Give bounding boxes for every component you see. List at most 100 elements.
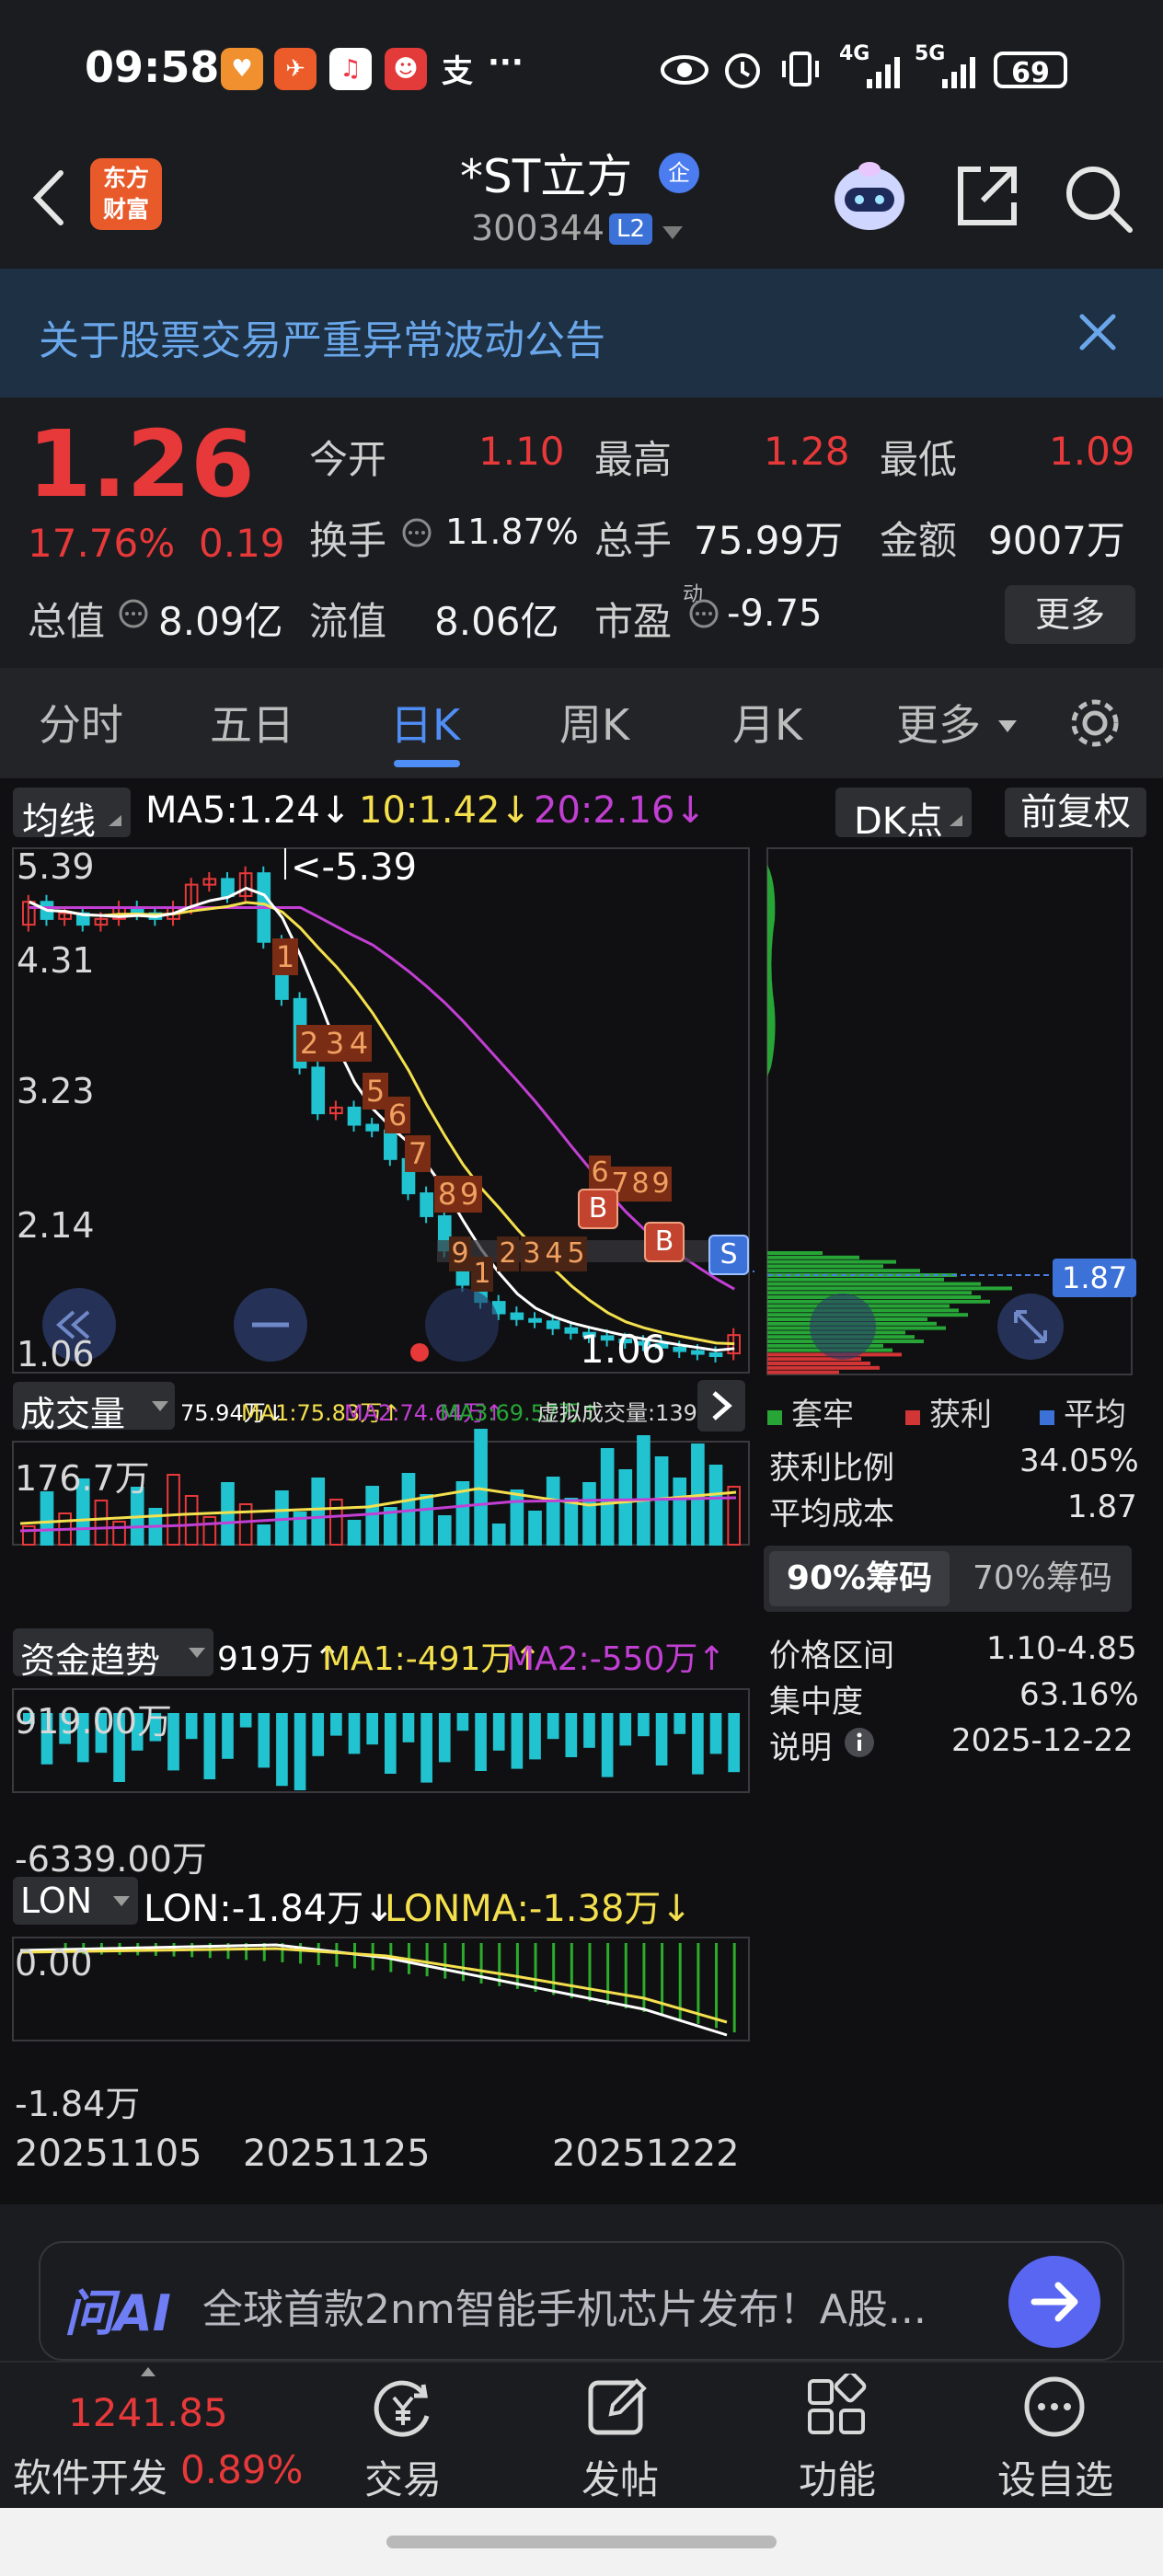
price-label-bottom: 1.06 — [17, 1334, 95, 1374]
announcement-text[interactable]: 关于股票交易严重异常波动公告 — [39, 307, 605, 366]
more-button[interactable]: 更多 — [1005, 585, 1135, 644]
lon-selector[interactable]: LON — [13, 1877, 138, 1925]
sector-index-value[interactable]: 1241.85 — [68, 2390, 228, 2435]
home-indicator-bar[interactable] — [386, 2536, 777, 2548]
sell-marker[interactable]: S — [708, 1235, 749, 1275]
fund-bar — [258, 1713, 271, 1768]
fund-bar — [203, 1713, 216, 1779]
ma10-value: 10:1.42↓ — [359, 789, 531, 832]
info-dots-icon[interactable] — [688, 598, 720, 629]
countdown-marker: 5 — [565, 1236, 587, 1271]
volume-bar — [329, 1499, 343, 1546]
countdown-markers: 1234567896789912345 — [0, 843, 754, 1376]
avg-cost-tag: 1.87 — [1053, 1259, 1137, 1297]
expand-panel-button[interactable] — [697, 1380, 745, 1432]
fund-bar — [456, 1713, 469, 1731]
low-value: 1.09 — [1049, 429, 1135, 474]
fund-bar — [385, 1713, 397, 1774]
more-circle-icon[interactable] — [1021, 2374, 1088, 2440]
functions-grid-icon[interactable] — [804, 2374, 870, 2440]
volume-selector[interactable]: 成交量 — [13, 1382, 175, 1434]
nav-post[interactable]: 发帖 — [582, 2449, 659, 2505]
gear-icon[interactable] — [1065, 694, 1124, 753]
tab-more[interactable]: 更多 — [896, 692, 981, 753]
share-icon[interactable] — [953, 162, 1021, 230]
countdown-marker: 4 — [543, 1236, 565, 1271]
post-edit-icon[interactable] — [585, 2374, 651, 2440]
chevron-down-icon[interactable] — [661, 224, 685, 241]
adjust-selector[interactable]: 前复权 — [1005, 788, 1146, 837]
dk-point-selector[interactable]: DK点 — [835, 788, 972, 843]
volume-bar — [654, 1456, 669, 1546]
volume-bar — [600, 1448, 615, 1546]
info-dots-icon[interactable] — [118, 598, 149, 629]
ma-selector[interactable]: 均线 — [13, 788, 131, 843]
eastmoney-logo[interactable]: 东方 财富 — [90, 158, 162, 230]
countdown-marker: 8 — [629, 1167, 651, 1202]
legend-trapped-label: 套牢 — [791, 1397, 854, 1433]
buy-marker-1[interactable]: B — [578, 1189, 618, 1229]
ai-headline[interactable]: 全球首款2nm智能手机芯片发布！A股... — [202, 2276, 927, 2335]
countdown-marker: 9 — [650, 1167, 672, 1202]
ai-go-button[interactable] — [1008, 2256, 1100, 2348]
tab-five-day[interactable]: 五日 — [210, 692, 294, 753]
open-value: 1.10 — [478, 429, 565, 474]
trade-yen-icon[interactable] — [368, 2375, 438, 2442]
stock-code[interactable]: 300344 — [471, 208, 605, 248]
concentration-value: 63.16% — [1019, 1676, 1139, 1713]
tab-monthly-k[interactable]: 月K — [732, 692, 802, 753]
countdown-marker: 7 — [405, 1135, 431, 1172]
tab-intraday[interactable]: 分时 — [39, 692, 123, 753]
price-range-label: 价格区间 — [769, 1638, 894, 1674]
fund-trend-selector[interactable]: 资金趋势 — [13, 1628, 213, 1681]
fund-bar — [276, 1713, 288, 1787]
tab-70-chips[interactable]: 70%筹码 — [957, 1551, 1128, 1606]
volume-bar — [582, 1482, 596, 1546]
logo-line1: 东方 — [102, 165, 149, 191]
level2-badge[interactable]: L2 — [609, 213, 653, 245]
volume-bar — [618, 1469, 633, 1546]
countdown-marker: 2 — [296, 1025, 322, 1062]
tab-weekly-k[interactable]: 周K — [559, 692, 629, 753]
max-price-marker: <-5.39 — [291, 846, 418, 889]
eye-icon — [661, 55, 708, 85]
pe-value: -9.75 — [727, 592, 823, 635]
robot-assistant-icon[interactable] — [828, 158, 911, 236]
sector-change[interactable]: 0.89% — [180, 2447, 303, 2492]
chip-bar — [767, 1251, 823, 1255]
chip-bar — [767, 1277, 944, 1282]
search-icon[interactable] — [1062, 162, 1135, 236]
fund-bar — [438, 1713, 451, 1763]
volume-label: 总手 — [594, 518, 673, 563]
fund-bar — [547, 1713, 559, 1740]
nav-trade[interactable]: 交易 — [364, 2449, 442, 2505]
nav-functions[interactable]: 功能 — [799, 2449, 876, 2505]
chip-bar — [767, 1269, 920, 1273]
change-percent: 17.76% — [28, 521, 176, 566]
nav-add-watchlist[interactable]: 设自选 — [997, 2449, 1113, 2505]
min-price-marker: 1.06 — [580, 1327, 666, 1372]
fund-bottom-label: -6339.00万 — [15, 1839, 207, 1880]
volume-bar — [167, 1474, 180, 1546]
info-dots-icon[interactable] — [401, 517, 432, 548]
price-label-top: 5.39 — [17, 846, 95, 887]
fund-bar — [728, 1713, 740, 1773]
paper-plane-app-icon: ✈ — [274, 48, 317, 90]
sector-name[interactable]: 软件开发 — [13, 2447, 167, 2503]
change-amount: 0.19 — [199, 521, 285, 566]
volume-bar — [727, 1486, 741, 1546]
info-icon[interactable] — [843, 1726, 876, 1759]
back-icon[interactable] — [26, 166, 72, 230]
fund-bar — [674, 1713, 686, 1734]
low-label: 最低 — [880, 437, 958, 482]
countdown-marker: 9 — [456, 1176, 482, 1213]
close-icon[interactable] — [1077, 311, 1119, 353]
tab-daily-k[interactable]: 日K — [390, 692, 460, 753]
volume-bar — [420, 1494, 433, 1546]
triangle-down-icon[interactable] — [997, 719, 1018, 734]
legend-avg-label: 平均 — [1064, 1397, 1126, 1433]
tab-90-chips[interactable]: 90%筹码 — [769, 1551, 950, 1606]
buy-marker-2[interactable]: B — [644, 1222, 685, 1262]
signal-4g-icon — [867, 57, 900, 88]
fund-bar — [565, 1713, 578, 1757]
